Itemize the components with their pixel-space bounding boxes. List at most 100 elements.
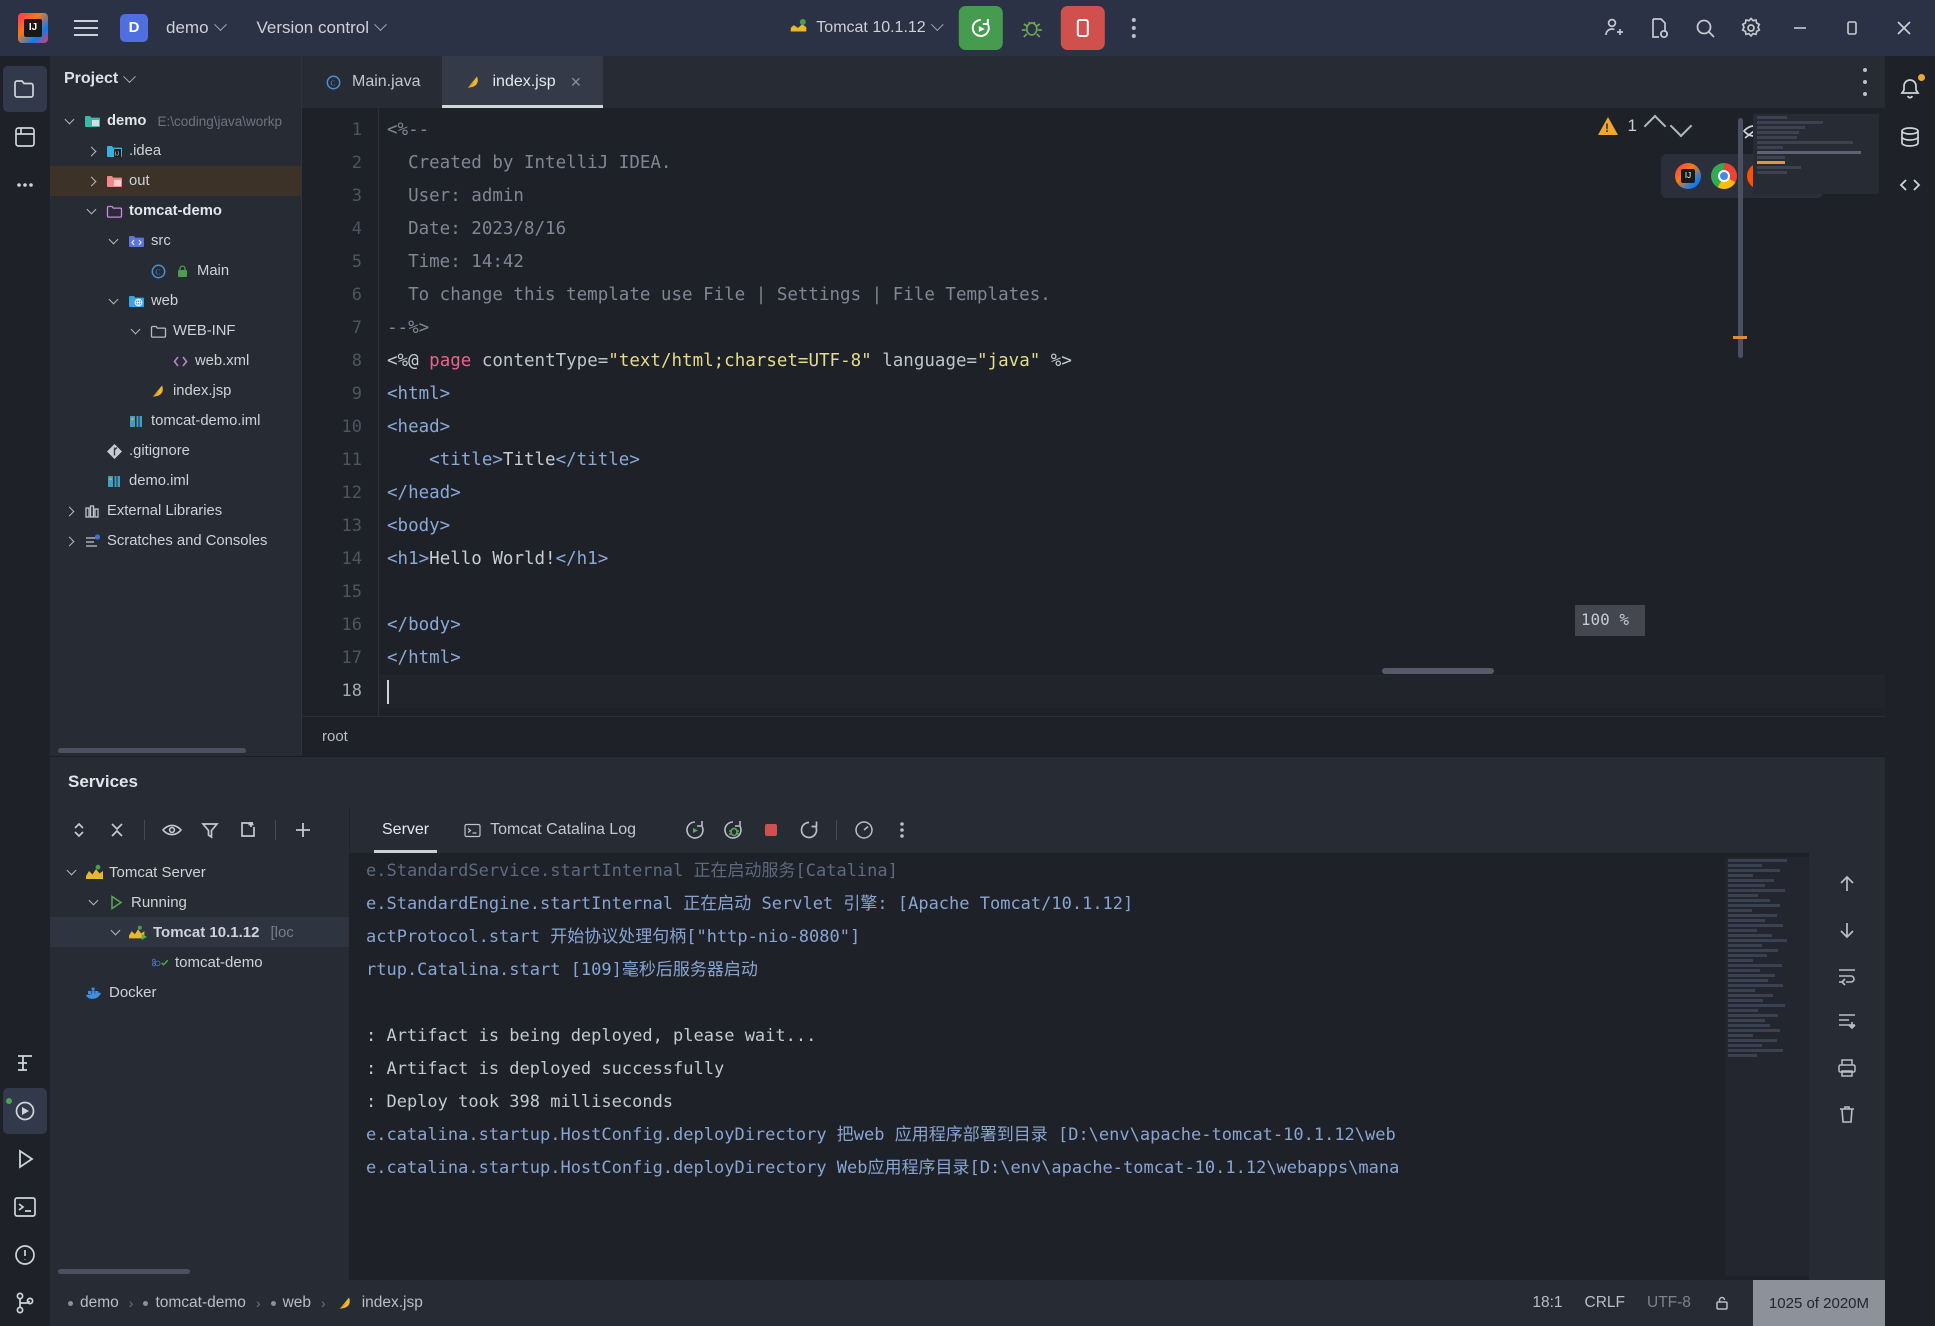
scroll-up-button[interactable] <box>1828 865 1866 903</box>
project-tree-item-out[interactable]: out <box>50 166 301 196</box>
chevron-down-icon[interactable] <box>84 893 102 911</box>
chrome-icon[interactable] <box>1711 163 1737 189</box>
status-breadcrumb-demo[interactable]: demo <box>68 1294 119 1312</box>
code-line[interactable]: </head> <box>379 477 1885 510</box>
code-line[interactable]: </body> <box>379 609 1885 642</box>
editor-minimap[interactable] <box>1753 114 1879 194</box>
close-button[interactable] <box>1881 6 1927 50</box>
chevron-down-icon[interactable] <box>1669 114 1693 138</box>
console-minimap[interactable] <box>1725 857 1809 1276</box>
tool-window-structure[interactable] <box>3 1040 47 1086</box>
project-tree[interactable]: demo E:\coding\java\workp IJ .idea out tomcat… <box>50 102 301 746</box>
code-line[interactable]: <head> <box>379 411 1885 444</box>
eye-icon[interactable] <box>155 813 189 847</box>
debug-button[interactable] <box>1012 8 1052 48</box>
caret-position[interactable]: 18:1 <box>1532 1294 1562 1312</box>
search-icon[interactable] <box>1685 8 1725 48</box>
services-tree-item-tomcat-10-1-12[interactable]: Tomcat 10.1.12 [loc <box>50 917 349 947</box>
tool-window-notifications[interactable] <box>1888 66 1932 112</box>
tool-window-commit[interactable] <box>3 114 47 160</box>
editor-viewport[interactable]: 1 2 3 4 5 6 7 8 9 10 11 12 13 14 15 16 17 18 <%-- Created… <box>302 108 1885 716</box>
project-tree-item--idea[interactable]: IJ .idea <box>50 136 301 166</box>
close-icon[interactable]: × <box>571 72 582 93</box>
scroll-down-button[interactable] <box>1828 911 1866 949</box>
code-line[interactable]: </html> <box>379 642 1885 675</box>
console-output[interactable]: e.StandardService.startInternal 正在启动服务[C… <box>358 853 1809 1280</box>
code-line[interactable]: <%@ page contentType="text/html;charset=… <box>379 345 1885 378</box>
open-tab-button[interactable] <box>231 813 265 847</box>
project-tree-item-scratches-and-consoles[interactable]: Scratches and Consoles <box>50 526 301 556</box>
gear-icon[interactable] <box>1731 8 1771 48</box>
rerun-button[interactable] <box>678 813 712 847</box>
project-hscrollbar[interactable] <box>50 746 301 756</box>
file-encoding[interactable]: UTF-8 <box>1647 1294 1691 1312</box>
inspection-widget[interactable]: 1 <box>1597 114 1693 138</box>
status-breadcrumb-web[interactable]: web <box>270 1294 311 1312</box>
rerun-button[interactable] <box>958 5 1003 50</box>
editor-horizontal-scrollbar[interactable] <box>1382 668 1494 674</box>
project-tree-item-web-inf[interactable]: WEB-INF <box>50 316 301 346</box>
status-breadcrumb-tomcat-demo[interactable]: tomcat-demo <box>143 1294 246 1312</box>
maximize-button[interactable] <box>1829 6 1875 50</box>
project-tree-item-external-libraries[interactable]: External Libraries <box>50 496 301 526</box>
project-tree-item-demo[interactable]: demo E:\coding\java\workp <box>50 106 301 136</box>
code-line[interactable]: <body> <box>379 510 1885 543</box>
add-service-button[interactable] <box>286 813 320 847</box>
print-button[interactable] <box>1828 1049 1866 1087</box>
main-menu-icon[interactable] <box>64 6 108 50</box>
clear-all-button[interactable] <box>1828 1095 1866 1133</box>
chevron-down-icon[interactable] <box>60 112 78 130</box>
filter-button[interactable] <box>193 813 227 847</box>
services-hscrollbar[interactable] <box>50 1266 349 1280</box>
code-line[interactable]: --%> <box>379 312 1885 345</box>
memory-indicator[interactable]: 1025 of 2020M <box>1752 1280 1885 1326</box>
chevron-down-icon[interactable] <box>62 863 80 881</box>
editor-vertical-scrollbar[interactable] <box>1738 118 1743 660</box>
editor-tab-main-java[interactable]: C Main.java <box>302 56 442 108</box>
intellij-browser-icon[interactable]: IJ <box>1675 163 1701 189</box>
code-content[interactable]: <%-- Created by IntelliJ IDEA. User: adm… <box>378 108 1885 716</box>
services-tree-item-tomcat-server[interactable]: Tomcat Server <box>50 857 349 887</box>
tool-window-more[interactable] <box>3 162 47 208</box>
project-tree-item-demo-iml[interactable]: demo.iml <box>50 466 301 496</box>
services-tree-item-docker[interactable]: Docker <box>50 977 349 1007</box>
chevron-down-icon[interactable] <box>104 232 122 250</box>
tool-window-services[interactable] <box>3 1088 47 1134</box>
editor-tabs-more[interactable] <box>1863 56 1885 108</box>
chevron-right-icon[interactable] <box>60 502 78 520</box>
project-tree-item-src[interactable]: src <box>50 226 301 256</box>
project-name-dropdown[interactable]: demo <box>158 13 233 43</box>
soft-wrap-button[interactable] <box>1828 957 1866 995</box>
chevron-down-icon[interactable] <box>126 322 144 340</box>
code-line[interactable]: To change this template use File | Setti… <box>379 279 1885 312</box>
chevron-down-icon[interactable] <box>104 292 122 310</box>
tool-window-code-with-me[interactable] <box>1888 162 1932 208</box>
status-breadcrumb-index-jsp[interactable]: index.jsp <box>336 1294 423 1313</box>
minimize-button[interactable] <box>1777 6 1823 50</box>
code-line[interactable]: User: admin <box>379 180 1885 213</box>
more-vertical-icon[interactable] <box>1114 8 1154 48</box>
more-button[interactable] <box>885 813 919 847</box>
run-configuration-selector[interactable]: Tomcat 10.1.12 <box>781 15 949 41</box>
scroll-to-end-button[interactable] <box>1828 1003 1866 1041</box>
chevron-down-icon[interactable] <box>82 202 100 220</box>
services-tab-server[interactable]: Server <box>368 815 443 853</box>
collapse-all-button[interactable] <box>100 813 134 847</box>
code-line[interactable]: <h1>Hello World!</h1> <box>379 543 1885 576</box>
code-line[interactable] <box>379 576 1885 609</box>
chevron-right-icon[interactable] <box>82 172 100 190</box>
editor-warning-marker[interactable] <box>1733 336 1747 339</box>
profiler-button[interactable] <box>847 813 881 847</box>
tool-window-problems[interactable] <box>3 1232 47 1278</box>
rerun-debug-button[interactable] <box>716 813 750 847</box>
code-line[interactable]: Created by IntelliJ IDEA. <box>379 147 1885 180</box>
tool-window-terminal[interactable] <box>3 1184 47 1230</box>
services-tree-item-running[interactable]: Running <box>50 887 349 917</box>
tool-window-run[interactable] <box>3 1136 47 1182</box>
project-tree-item-main[interactable]: C Main <box>50 256 301 286</box>
project-panel-header[interactable]: Project <box>50 56 301 102</box>
services-tree[interactable]: Tomcat Server Running Tomcat 10.1.12 [loc to… <box>50 853 349 1266</box>
version-control-dropdown[interactable]: Version control <box>249 13 393 43</box>
editor-tab-index-jsp[interactable]: index.jsp × <box>442 56 604 108</box>
chevron-down-icon[interactable] <box>106 923 124 941</box>
